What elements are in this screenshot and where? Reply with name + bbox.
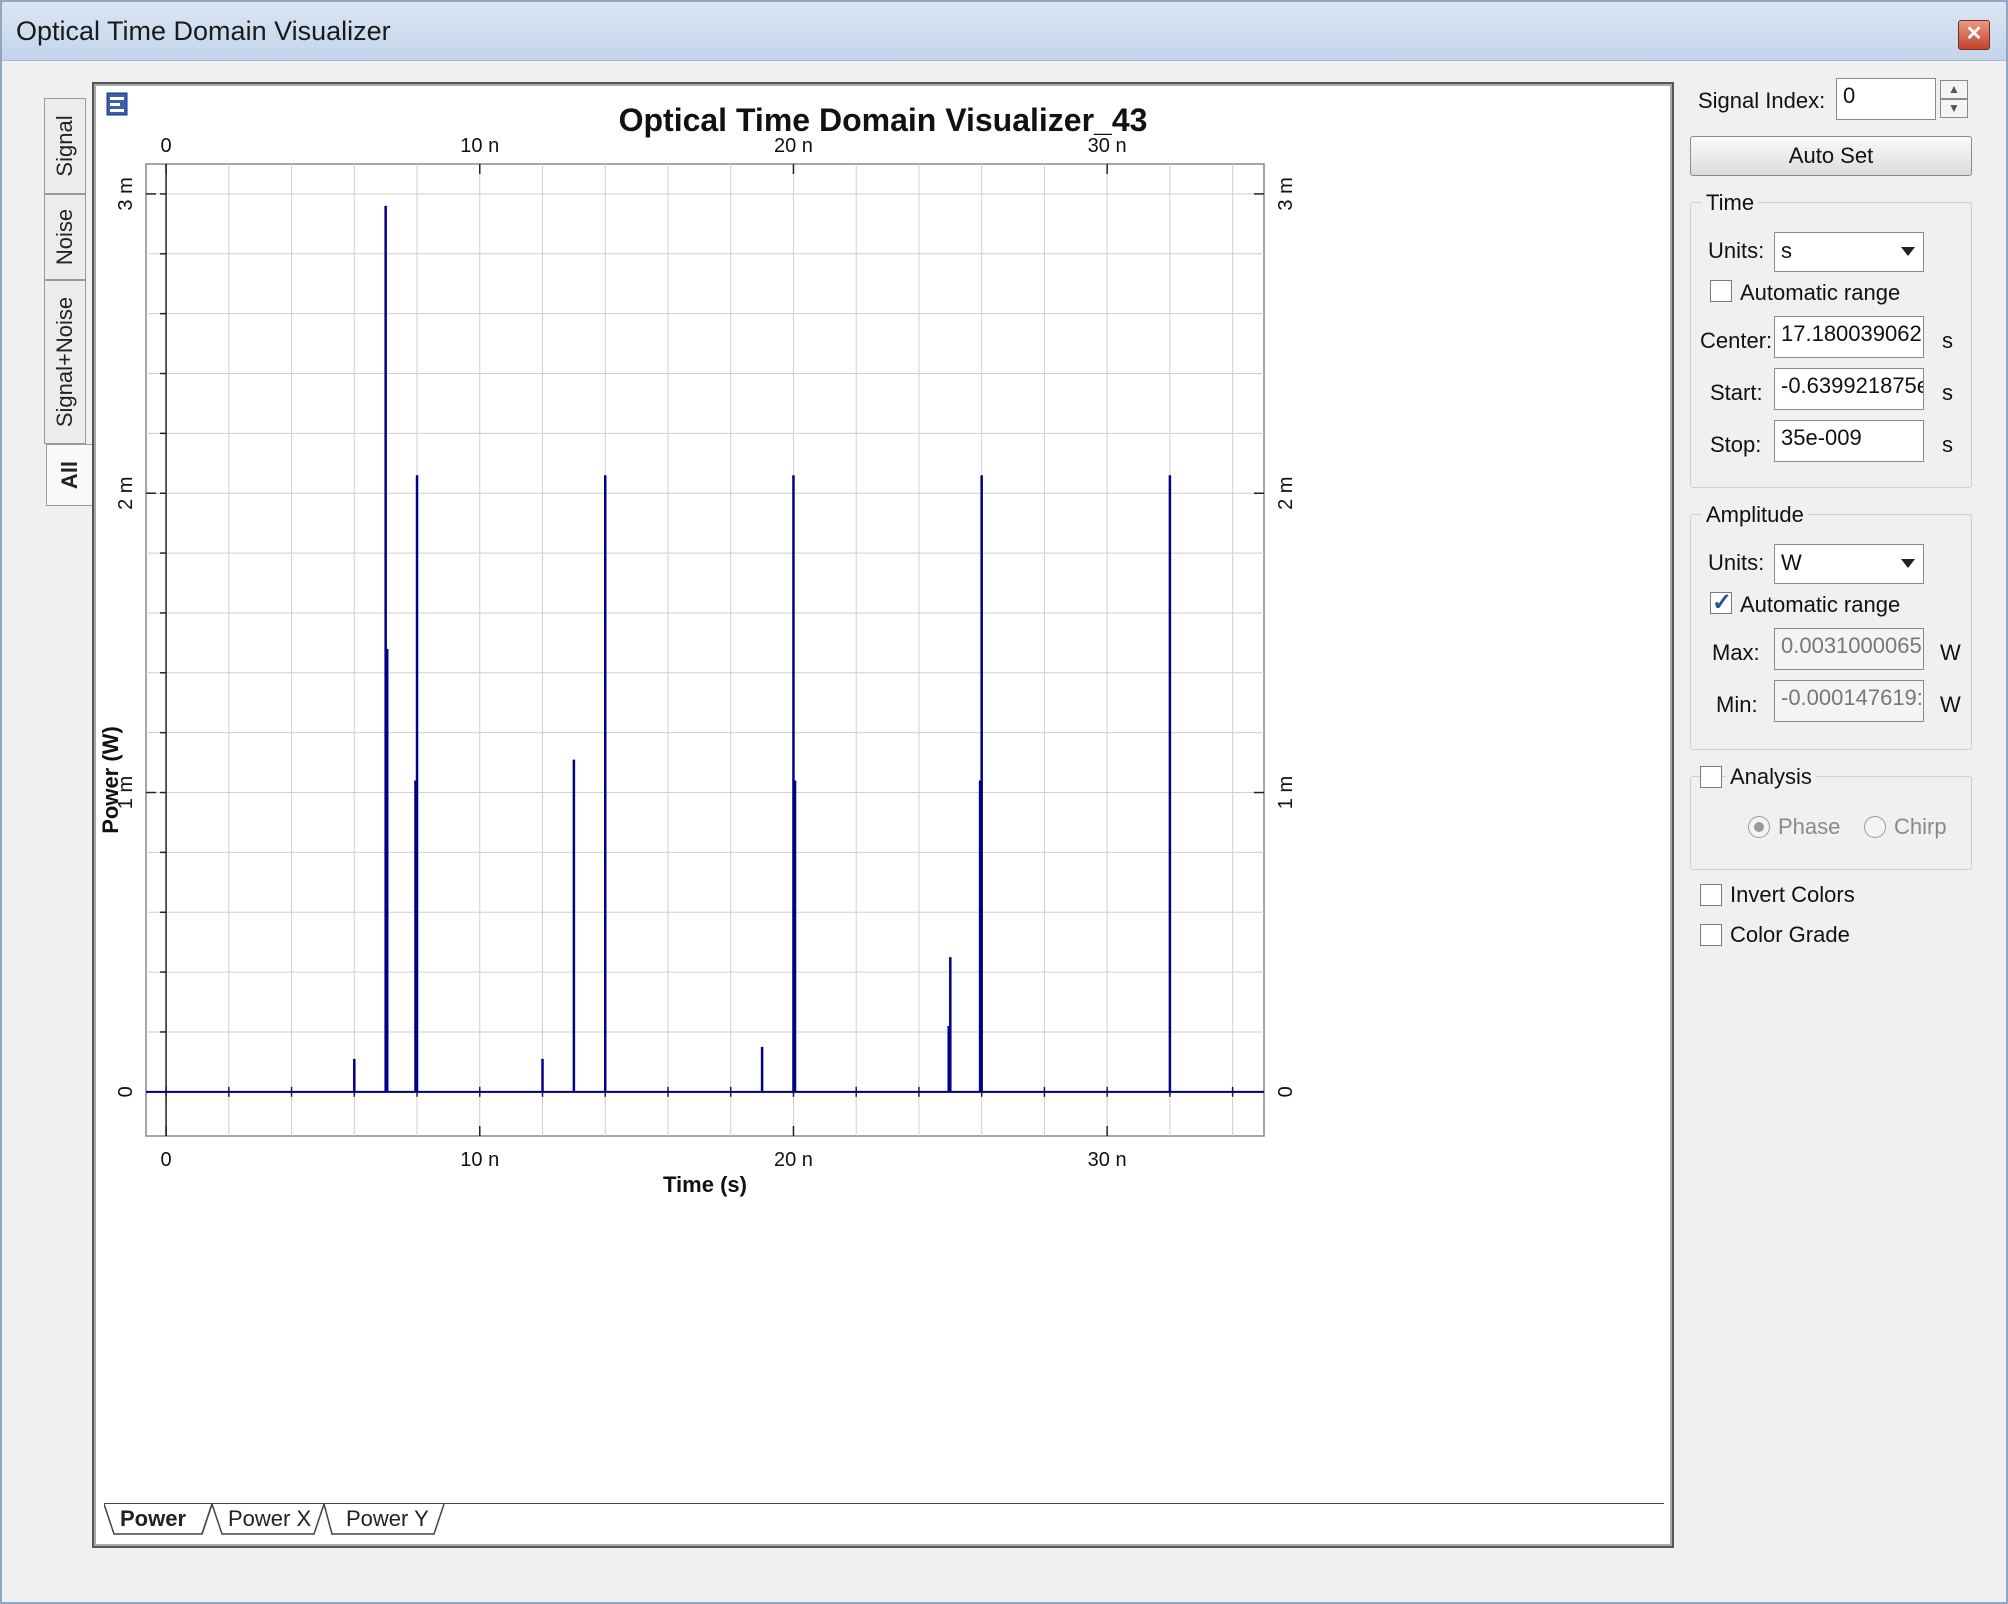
- close-icon: ✕: [1965, 23, 1983, 45]
- x-tick-label: 30 n: [1088, 1149, 1127, 1171]
- visualizer-window: Optical Time Domain Visualizer ✕ Signal …: [0, 0, 2008, 1604]
- close-button[interactable]: ✕: [1958, 20, 1990, 50]
- time-units-select[interactable]: s: [1774, 232, 1924, 272]
- amplitude-automatic-range-checkbox[interactable]: [1710, 588, 1732, 617]
- plot-frame: Optical Time Domain Visualizer_43 0 0 10 n…: [92, 82, 1674, 1548]
- time-units-value: s: [1781, 238, 1792, 263]
- x-axis-label: Time (s): [663, 1172, 747, 1197]
- spin-down-icon[interactable]: ▼: [1940, 99, 1968, 118]
- time-automatic-range-label: Automatic range: [1740, 280, 1901, 305]
- y-tick-label-right: 2 m: [1275, 477, 1297, 510]
- tab-all[interactable]: All: [46, 444, 92, 506]
- y-tick-label-right: 0: [1275, 1086, 1297, 1097]
- auto-set-button[interactable]: Auto Set: [1690, 136, 1972, 176]
- y-tick-label: 2 m: [115, 477, 137, 510]
- min-unit: W: [1940, 692, 1961, 717]
- chirp-label: Chirp: [1894, 814, 1947, 839]
- start-unit: s: [1942, 380, 1953, 405]
- tab-noise-label: Noise: [52, 208, 77, 266]
- max-unit: W: [1940, 640, 1961, 665]
- min-input[interactable]: -0.000147619:: [1774, 680, 1924, 722]
- analysis-checkbox[interactable]: [1700, 766, 1722, 788]
- y-tick-label: 3 m: [115, 177, 137, 210]
- plot-area: [145, 163, 1265, 1137]
- tab-signal-label: Signal: [52, 115, 77, 177]
- center-unit: s: [1942, 328, 1953, 353]
- invert-colors-checkbox[interactable]: [1700, 884, 1722, 906]
- center-label: Center:: [1700, 328, 1773, 353]
- title-bar[interactable]: Optical Time Domain Visualizer ✕: [2, 2, 2006, 61]
- stop-label: Stop:: [1710, 432, 1762, 457]
- x-tick-label-top: 0: [161, 135, 172, 157]
- phase-label: Phase: [1778, 814, 1841, 839]
- tab-signal-noise[interactable]: Signal+Noise: [44, 280, 86, 444]
- stop-input[interactable]: 35e-009: [1774, 420, 1924, 462]
- spin-up-icon[interactable]: ▲: [1940, 80, 1968, 99]
- amplitude-automatic-range-label: Automatic range: [1740, 592, 1901, 617]
- time-group-title: Time: [1702, 190, 1759, 216]
- side-tabs: Signal Noise Signal+Noise All: [30, 98, 92, 518]
- tab-power-y[interactable]: Power Y: [346, 1506, 429, 1536]
- y-tick-label-right: 1 m: [1275, 776, 1297, 809]
- amplitude-group-title: Amplitude: [1702, 502, 1808, 528]
- signal-index-spinner[interactable]: ▲ ▼: [1940, 80, 1968, 120]
- settings-panel: Signal Index: 0 ▲ ▼ Auto Set Time Units:…: [1690, 72, 1980, 972]
- y-tick-label: 0: [115, 1086, 137, 1097]
- chevron-down-icon: [1901, 559, 1915, 568]
- amplitude-units-value: W: [1781, 550, 1802, 575]
- invert-colors-label: Invert Colors: [1730, 882, 1855, 907]
- x-tick-label-top: 10 n: [460, 135, 499, 157]
- chevron-down-icon: [1901, 247, 1915, 256]
- amplitude-units-label: Units:: [1708, 550, 1765, 575]
- tab-power[interactable]: Power: [120, 1506, 186, 1536]
- signal-index-label: Signal Index:: [1698, 88, 1826, 113]
- tab-signal[interactable]: Signal: [44, 98, 86, 194]
- tab-power-x[interactable]: Power X: [228, 1506, 311, 1536]
- x-tick-label-top: 30 n: [1088, 135, 1127, 157]
- color-grade-checkbox[interactable]: [1700, 924, 1722, 946]
- chirp-radio[interactable]: [1864, 816, 1886, 838]
- x-tick-label: 20 n: [774, 1149, 813, 1171]
- min-label: Min:: [1716, 692, 1758, 717]
- bottom-tabs: Power Power X Power Y: [104, 1503, 1664, 1540]
- x-tick-label-top: 20 n: [774, 135, 813, 157]
- stop-unit: s: [1942, 432, 1953, 457]
- time-units-label: Units:: [1708, 238, 1765, 263]
- y-axis-label: Power (W): [98, 726, 123, 834]
- amplitude-units-select[interactable]: W: [1774, 544, 1924, 584]
- tab-noise[interactable]: Noise: [44, 194, 86, 280]
- x-tick-label: 10 n: [460, 1149, 499, 1171]
- tab-signal-noise-label: Signal+Noise: [52, 296, 77, 428]
- analysis-label: Analysis: [1726, 764, 1816, 790]
- tab-all-label: All: [56, 460, 82, 490]
- start-label: Start:: [1710, 380, 1763, 405]
- x-tick-label: 0: [161, 1149, 172, 1171]
- start-input[interactable]: -0.639921875e: [1774, 368, 1924, 410]
- y-tick-label-right: 3 m: [1275, 177, 1297, 210]
- max-label: Max:: [1712, 640, 1760, 665]
- phase-radio[interactable]: [1748, 816, 1770, 838]
- time-automatic-range-checkbox[interactable]: [1710, 280, 1732, 302]
- center-input[interactable]: 17.180039062: [1774, 316, 1924, 358]
- chart-canvas[interactable]: 0010 n10 n20 n20 n30 n30 n0 01 m1 m2 m2 m…: [94, 84, 1672, 1546]
- window-title: Optical Time Domain Visualizer: [16, 16, 391, 46]
- signal-index-input[interactable]: 0: [1836, 78, 1936, 120]
- color-grade-label: Color Grade: [1730, 922, 1850, 947]
- max-input[interactable]: 0.0031000065: [1774, 628, 1924, 670]
